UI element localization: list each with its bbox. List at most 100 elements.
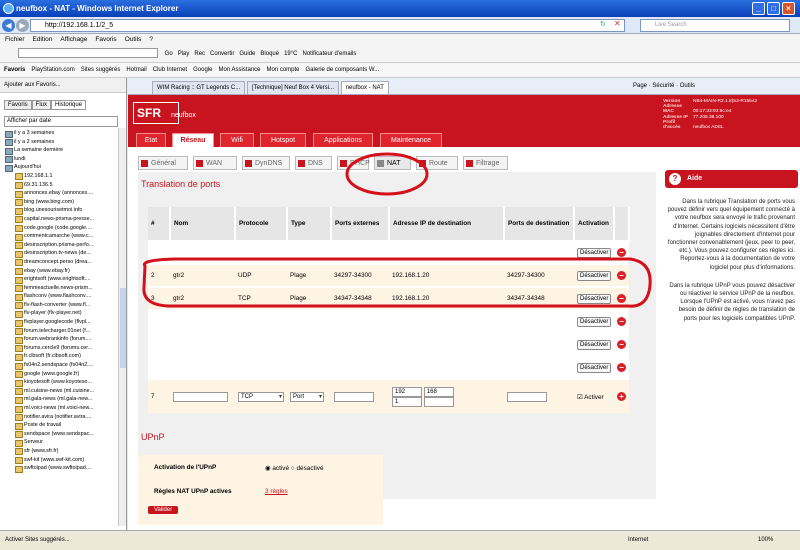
toolbar-item-6[interactable]: 19°C xyxy=(284,51,297,57)
history-group-item[interactable]: il y a 3 semaines xyxy=(4,129,114,138)
favorite-link-3[interactable]: Hotmail xyxy=(126,67,146,73)
type-select[interactable]: Port xyxy=(290,391,324,402)
history-site-item[interactable]: ml.voici-news (ml.voici-new... xyxy=(4,404,114,413)
history-site-item[interactable]: capital.news-prisma-presse... xyxy=(4,215,114,224)
favorite-link-6[interactable]: Mon Assistance xyxy=(218,67,260,73)
forward-icon[interactable]: ▶ xyxy=(16,19,29,32)
main-tab-1[interactable]: Réseau xyxy=(172,133,214,147)
delete-rule-icon[interactable]: − xyxy=(617,248,626,257)
history-site-item[interactable]: fs04n2.sendspace (fs04n2.... xyxy=(4,361,114,370)
history-filter-select[interactable]: Afficher par date xyxy=(4,116,118,127)
sub-tab-filtrage[interactable]: Filtrage xyxy=(463,156,508,170)
disable-button[interactable]: Désactiver xyxy=(577,293,612,304)
search-input[interactable]: Live Search xyxy=(640,19,790,32)
history-site-item[interactable]: Serveur xyxy=(4,438,114,447)
back-icon[interactable]: ◀ xyxy=(2,19,15,32)
history-site-item[interactable]: sfr (www.sfr.fr) xyxy=(4,447,114,456)
toolbar-item-7[interactable]: Notificateur d'emails xyxy=(302,51,356,57)
history-site-item[interactable]: forum.webrankinfo (forum.... xyxy=(4,335,114,344)
upnp-on-radio[interactable]: ◉ xyxy=(265,465,271,472)
menu-item-2[interactable]: Affichage xyxy=(60,36,87,43)
ip-octet-1[interactable]: 192 xyxy=(392,386,422,397)
main-tab-4[interactable]: Applications xyxy=(313,133,373,147)
delete-rule-icon[interactable]: − xyxy=(617,294,626,303)
history-site-item[interactable]: sendspace (www.sendspac... xyxy=(4,430,114,439)
delete-rule-icon[interactable]: − xyxy=(617,363,626,372)
disable-button[interactable]: Désactiver xyxy=(577,339,612,350)
menu-item-4[interactable]: Outils xyxy=(125,36,142,43)
history-site-item[interactable]: swf-kit (www.swf-kit.com) xyxy=(4,456,114,465)
destination-ports-input[interactable] xyxy=(507,391,547,402)
menu-item-3[interactable]: Favoris xyxy=(95,36,116,43)
history-site-item[interactable]: swftoipad (www.swftoipad.... xyxy=(4,464,114,473)
tab-technique[interactable]: [Technique] Neuf Box 4 Versi... xyxy=(246,81,339,94)
sub-tab-dns[interactable]: DNS xyxy=(295,156,332,170)
history-group-item[interactable]: La semaine dernière xyxy=(4,146,114,155)
history-site-item[interactable]: forum.telecharger.01net (f... xyxy=(4,327,114,336)
close-button[interactable]: × xyxy=(782,2,795,15)
toolbar-search-input[interactable] xyxy=(18,48,158,59)
history-site-item[interactable]: 69.31.136.5 xyxy=(4,181,114,190)
history-site-item[interactable]: ml.cuisine-news (ml.cuisine... xyxy=(4,387,114,396)
url-input[interactable]: http://192.168.1.1/2_5 xyxy=(30,19,625,32)
favorite-link-5[interactable]: Google xyxy=(193,67,212,73)
tab-historique[interactable]: Historique xyxy=(51,100,87,110)
history-site-item[interactable]: 192.168.1.1 xyxy=(4,172,114,181)
history-site-item[interactable]: blog.unesourisetmoi.info xyxy=(4,206,114,215)
favorite-link-4[interactable]: Club Internet xyxy=(153,67,187,73)
tools-menu[interactable]: Outils xyxy=(680,83,695,89)
protocol-select[interactable]: TCP xyxy=(238,391,284,402)
upnp-off-radio[interactable]: ○ xyxy=(291,465,295,472)
toolbar-item-2[interactable]: Rec xyxy=(194,51,205,57)
menu-item-0[interactable]: Fichier xyxy=(5,36,25,43)
disable-button[interactable]: Désactiver xyxy=(577,362,612,373)
history-site-item[interactable]: femmeactuelle.news-prism... xyxy=(4,284,114,293)
history-site-item[interactable]: code.google (code.google.... xyxy=(4,224,114,233)
toolbar-item-1[interactable]: Play xyxy=(178,51,190,57)
history-group-item[interactable]: il y a 2 semaines xyxy=(4,138,114,147)
delete-rule-icon[interactable]: − xyxy=(617,340,626,349)
zoom-label[interactable]: 100% xyxy=(758,531,773,550)
security-menu[interactable]: Sécurité xyxy=(652,83,674,89)
suggested-sites-link[interactable]: Activer Sites suggérés... xyxy=(5,531,70,550)
toolbar-item-0[interactable]: Go xyxy=(165,51,173,57)
maximize-button[interactable]: □ xyxy=(767,2,780,15)
external-ports-input[interactable] xyxy=(334,391,374,402)
tab-wim-racing[interactable]: WIM Racing :: GT Legends C... xyxy=(152,81,246,94)
stop-icon[interactable]: ✕ xyxy=(614,19,621,28)
sub-tab-wan[interactable]: WAN xyxy=(193,156,237,170)
history-site-item[interactable]: kioyotesoft (www.koyoteso... xyxy=(4,378,114,387)
history-site-item[interactable]: erightsoft (www.erightsoft.... xyxy=(4,275,114,284)
add-favorites-button[interactable]: Ajouter aux Favoris... xyxy=(0,78,126,93)
tab-flux[interactable]: Flux xyxy=(31,100,52,110)
history-site-item[interactable]: flv-flash-converter (www.fl... xyxy=(4,301,114,310)
history-site-item[interactable]: Poste de travail xyxy=(4,421,114,430)
sub-tab-général[interactable]: Général xyxy=(138,156,188,170)
history-site-item[interactable]: flv-player (flv-player.net) xyxy=(4,309,114,318)
history-site-item[interactable]: google (www.google.fr) xyxy=(4,370,114,379)
toolbar-item-3[interactable]: Convertir xyxy=(210,51,234,57)
ip-octet-4[interactable] xyxy=(423,396,454,407)
history-group-item[interactable]: Aujourd'hui xyxy=(4,163,114,172)
history-site-item[interactable]: bing (www.bing.com) xyxy=(4,198,114,207)
disable-button[interactable]: Désactiver xyxy=(577,247,612,258)
sub-tab-dhcp[interactable]: DHCP xyxy=(337,156,370,170)
menu-item-5[interactable]: ? xyxy=(149,36,153,43)
menu-item-1[interactable]: Edition xyxy=(33,36,53,43)
history-site-item[interactable]: dreamconcept.perso (drea... xyxy=(4,258,114,267)
new-rule-name-input[interactable] xyxy=(173,391,228,402)
sub-tab-dyndns[interactable]: DynDNS xyxy=(242,156,290,170)
main-tab-3[interactable]: Hotspot xyxy=(260,133,306,147)
disable-button[interactable]: Désactiver xyxy=(577,316,612,327)
add-rule-icon[interactable]: + xyxy=(617,392,626,401)
ip-octet-2[interactable]: 168 xyxy=(423,386,454,397)
ip-octet-3[interactable]: 1 xyxy=(392,396,422,407)
tab-neufbox-nat[interactable]: neufbox - NAT xyxy=(340,81,389,94)
main-tab-5[interactable]: Maintenance xyxy=(380,133,442,147)
tab-favoris[interactable]: Favoris xyxy=(4,100,32,110)
toolbar-item-5[interactable]: Bloqué xyxy=(260,51,279,57)
history-site-item[interactable]: fr.clbsoft (fr.clbsoft.com) xyxy=(4,352,114,361)
delete-rule-icon[interactable]: − xyxy=(617,317,626,326)
disable-button[interactable]: Désactiver xyxy=(577,270,612,281)
history-site-item[interactable]: flvplayer.googlecode (flvpl... xyxy=(4,318,114,327)
